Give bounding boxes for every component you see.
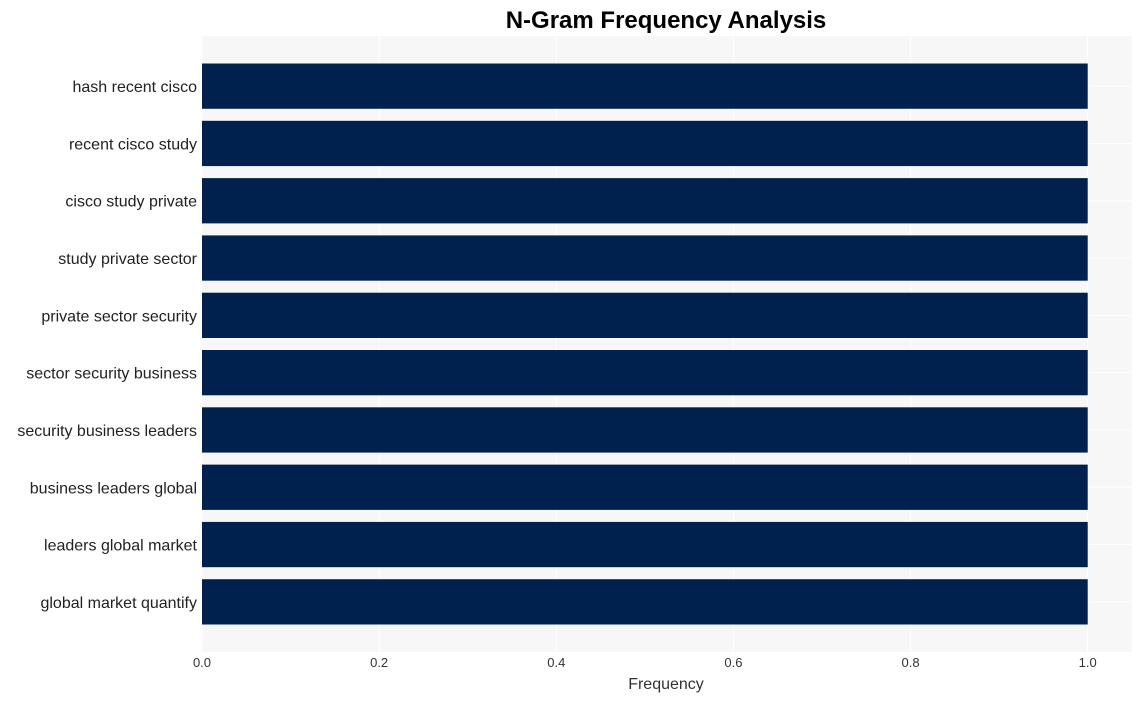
y-tick-label: private sector security: [41, 308, 197, 325]
bar: [202, 292, 1088, 338]
bar: [202, 63, 1088, 109]
y-tick-label: cisco study private: [65, 194, 197, 211]
bar: [202, 407, 1088, 453]
y-tick-label: sector security business: [26, 366, 197, 383]
bar: [202, 350, 1088, 396]
y-tick-label: security business leaders: [17, 423, 197, 440]
x-tick-label: 1.0: [1079, 655, 1097, 670]
x-tick-label: 0.6: [724, 655, 742, 670]
y-tick-label: global market quantify: [40, 595, 197, 612]
x-tick-label: 0.2: [370, 655, 388, 670]
chart: N-Gram Frequency Analysis hash recent ci…: [17, 7, 1132, 693]
x-tick-label: 0.4: [547, 655, 565, 670]
bar: [202, 521, 1088, 568]
bar: [202, 579, 1088, 625]
x-tick-label: 0.8: [902, 655, 920, 670]
x-axis-label: Frequency: [628, 676, 704, 693]
bar: [202, 464, 1088, 510]
bar: [202, 235, 1088, 281]
x-tick-labels: 0.0 0.2 0.4 0.6 0.8 1.0: [193, 655, 1097, 670]
y-tick-label: study private sector: [58, 251, 197, 268]
y-tick-label: leaders global market: [44, 538, 198, 555]
bar: [202, 178, 1088, 224]
y-tick-label: hash recent cisco: [72, 79, 197, 96]
y-tick-labels: hash recent cisco recent cisco study cisco…: [17, 79, 197, 612]
y-tick-label: recent cisco study: [69, 136, 197, 153]
y-tick-label: business leaders global: [30, 480, 197, 497]
x-tick-label: 0.0: [193, 655, 211, 670]
chart-title: N-Gram Frequency Analysis: [506, 7, 827, 34]
bar: [202, 120, 1088, 167]
